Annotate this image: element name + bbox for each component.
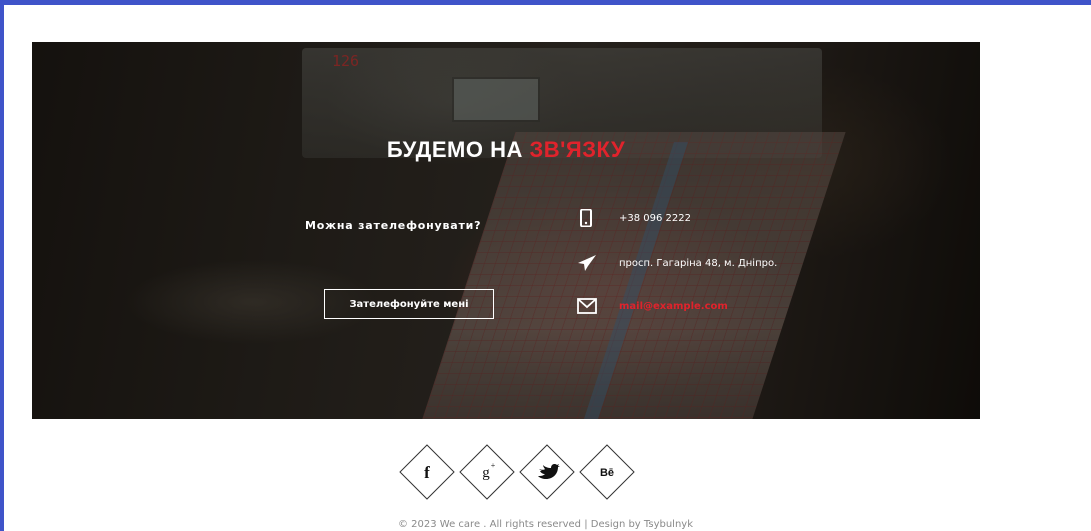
- call-me-button[interactable]: Зателефонуйте мені: [324, 289, 494, 319]
- footer-copyright: © 2023 We care . All rights reserved | D…: [397, 519, 693, 530]
- hero-dark-overlay: [32, 42, 980, 419]
- twitter-link[interactable]: [518, 443, 576, 501]
- google-plus-icon: g +: [459, 444, 515, 500]
- svg-text:Bē: Bē: [600, 467, 614, 479]
- contact-hero-section: 126 БУДЕМО НА ЗВ'ЯЗКУ Можна зателефонува…: [32, 42, 980, 419]
- title-accent: ЗВ'ЯЗКУ: [529, 137, 626, 162]
- google-plus-link[interactable]: g +: [458, 443, 516, 501]
- page-frame-top: [0, 0, 1091, 5]
- paper-plane-icon: [577, 254, 596, 272]
- svg-text:+: +: [491, 461, 496, 470]
- section-title: БУДЕМО НА ЗВ'ЯЗКУ: [32, 137, 980, 163]
- svg-text:g: g: [482, 465, 490, 481]
- behance-icon: Bē: [579, 444, 635, 500]
- contact-email-link[interactable]: mail@example.com: [619, 301, 728, 312]
- call-question-text: Можна зателефонувати?: [305, 219, 482, 232]
- facebook-icon: f: [399, 444, 455, 500]
- twitter-icon: [519, 444, 575, 500]
- page-frame-left: [0, 0, 4, 531]
- facebook-link[interactable]: f: [398, 443, 456, 501]
- title-prefix: БУДЕМО НА: [386, 137, 523, 162]
- svg-text:f: f: [424, 463, 430, 482]
- contact-address: просп. Гагаріна 48, м. Дніпро.: [619, 258, 778, 269]
- envelope-icon: [577, 298, 597, 316]
- contact-phone[interactable]: +38 096 2222: [619, 213, 691, 224]
- behance-link[interactable]: Bē: [578, 443, 636, 501]
- phone-icon: [577, 208, 595, 228]
